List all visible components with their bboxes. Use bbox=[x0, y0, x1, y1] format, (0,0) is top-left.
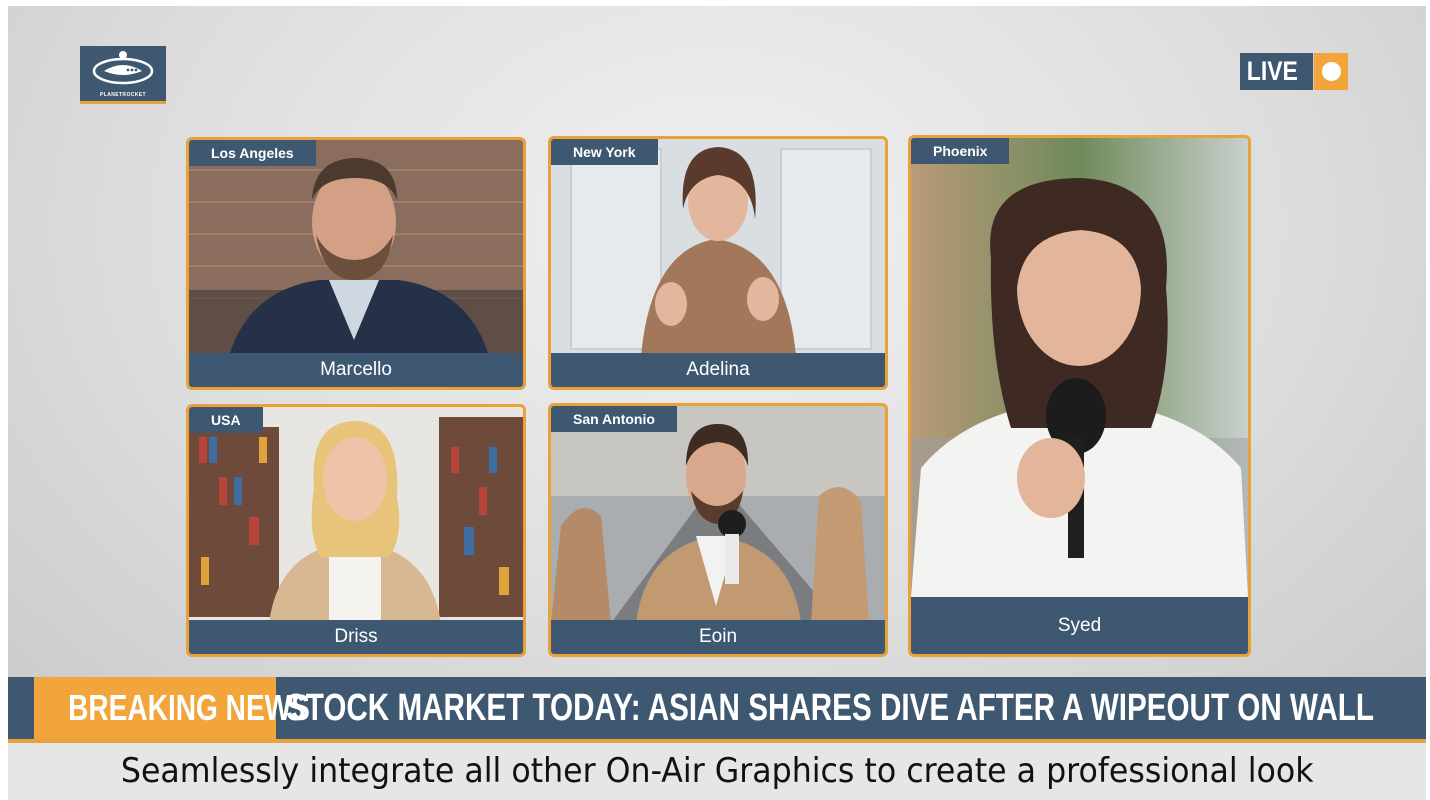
video-feed-driss bbox=[189, 407, 523, 620]
reporter-name: Syed bbox=[911, 597, 1248, 654]
live-indicator bbox=[1314, 53, 1348, 90]
live-badge: LIVE bbox=[1240, 53, 1348, 90]
headline-text: STOCK MARKET TODAY: ASIAN SHARES DIVE AF… bbox=[286, 687, 1376, 729]
location-tag: USA bbox=[189, 407, 263, 433]
logo-wordmark: PLANETROCKET bbox=[100, 92, 146, 98]
caption-text: Seamlessly integrate all other On-Air Gr… bbox=[120, 751, 1314, 791]
live-label: LIVE bbox=[1240, 53, 1314, 90]
video-panel-driss[interactable]: USA Driss bbox=[186, 404, 526, 657]
broadcast-stage: PLANETROCKET LIVE Los Angeles Marcello N… bbox=[8, 6, 1426, 742]
location-tag: New York bbox=[551, 139, 658, 165]
location-tag: Phoenix bbox=[911, 138, 1010, 164]
reporter-name: Marcello bbox=[189, 353, 523, 387]
promo-caption: Seamlessly integrate all other On-Air Gr… bbox=[8, 743, 1426, 800]
breaking-news-label: BREAKING NEWS bbox=[34, 677, 310, 739]
ticker-headline: STOCK MARKET TODAY: ASIAN SHARES DIVE AF… bbox=[286, 677, 1376, 739]
video-feed-eoin bbox=[551, 406, 885, 620]
breaking-news-ticker: BREAKING NEWS STOCK MARKET TODAY: ASIAN … bbox=[8, 677, 1426, 743]
video-panel-adelina[interactable]: New York Adelina bbox=[548, 136, 888, 390]
reporter-name: Eoin bbox=[551, 620, 885, 654]
reporter-name: Driss bbox=[189, 620, 523, 654]
location-tag: Los Angeles bbox=[189, 140, 316, 166]
breaking-news-text: BREAKING NEWS bbox=[68, 687, 310, 728]
location-tag: San Antonio bbox=[551, 406, 677, 432]
live-dot-icon bbox=[1322, 62, 1341, 81]
rocket-logo-icon bbox=[92, 51, 154, 85]
video-panel-syed[interactable]: Phoenix Syed bbox=[908, 135, 1251, 657]
brand-logo: PLANETROCKET bbox=[80, 46, 166, 104]
video-feed-marcello bbox=[189, 140, 523, 353]
reporter-name: Adelina bbox=[551, 353, 885, 387]
video-panel-eoin[interactable]: San Antonio Eoin bbox=[548, 403, 888, 657]
video-feed-adelina bbox=[551, 139, 885, 353]
video-feed-syed bbox=[911, 138, 1248, 597]
video-panel-marcello[interactable]: Los Angeles Marcello bbox=[186, 137, 526, 390]
